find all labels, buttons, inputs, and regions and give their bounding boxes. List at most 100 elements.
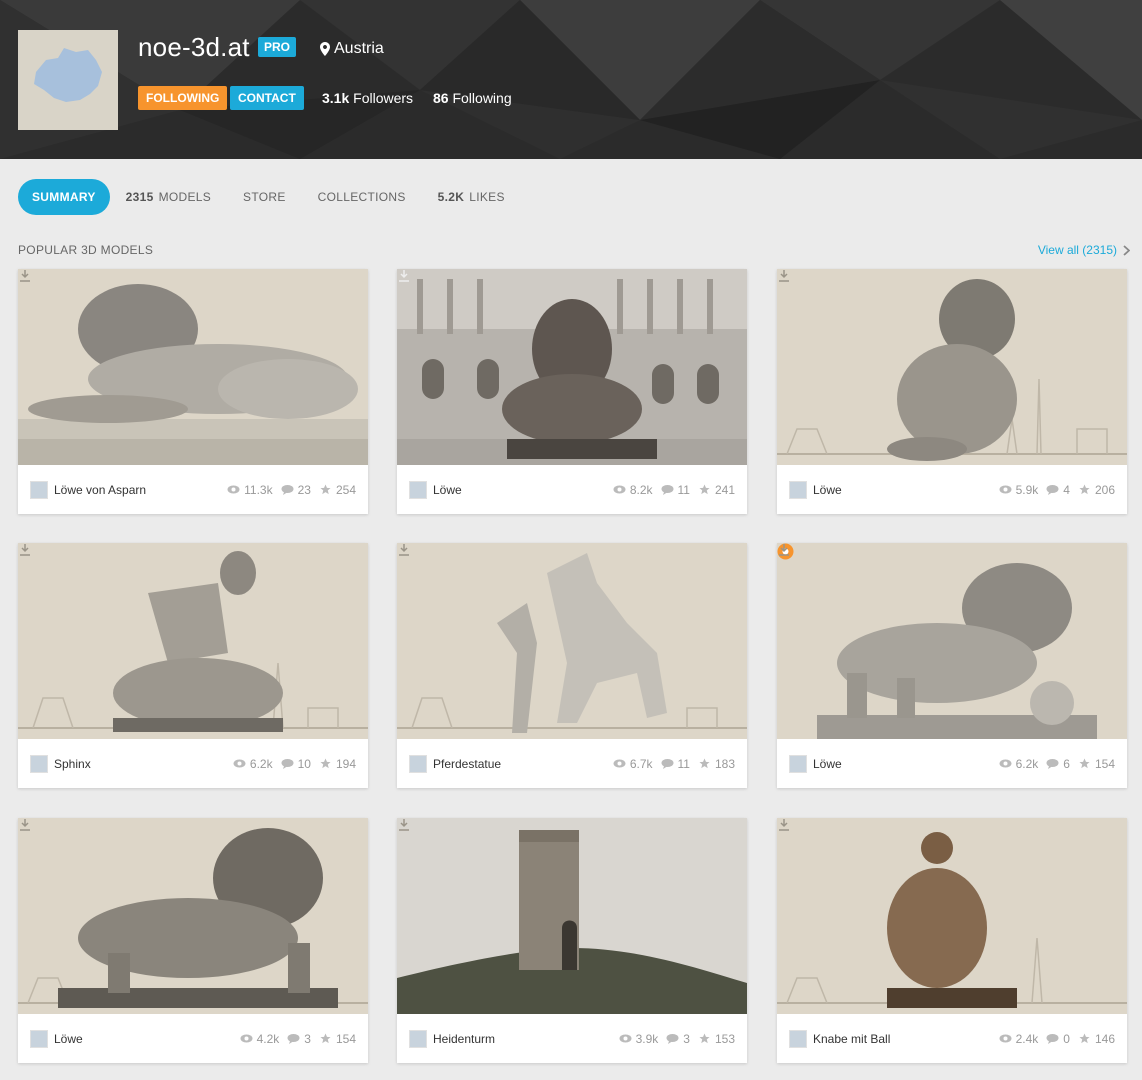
- map-pin-icon: [320, 42, 330, 56]
- author-avatar[interactable]: [30, 1029, 48, 1048]
- profile-name[interactable]: noe-3d.at: [138, 32, 250, 63]
- view-all-link[interactable]: View all (2315): [1038, 243, 1130, 257]
- pro-badge: PRO: [258, 37, 297, 57]
- model-card[interactable]: Löwe 4.2k 3 154: [18, 818, 368, 1063]
- model-stats: 6.2k 10 194: [233, 757, 356, 771]
- model-card[interactable]: Sphinx 6.2k 10 194: [18, 543, 368, 788]
- author-avatar[interactable]: [789, 754, 807, 773]
- comments-count: 11: [677, 756, 690, 771]
- model-stats: 11.3k 23 254: [227, 483, 356, 497]
- followers-label: Followers: [353, 90, 414, 106]
- eye-icon: [613, 485, 626, 494]
- tab-models[interactable]: 2315 MODELS: [110, 179, 227, 215]
- download-icon[interactable]: [777, 269, 791, 283]
- contact-button[interactable]: CONTACT: [230, 86, 304, 110]
- star-icon: [320, 758, 331, 769]
- tab-store[interactable]: STORE: [227, 179, 302, 215]
- download-icon[interactable]: [397, 269, 411, 283]
- model-name[interactable]: Löwe: [54, 1032, 240, 1046]
- model-name[interactable]: Pferdestatue: [433, 757, 613, 771]
- location-label: Austria: [334, 40, 384, 57]
- model-thumbnail[interactable]: [777, 543, 1127, 739]
- model-meta: Pferdestatue 6.7k 11 183: [397, 739, 747, 788]
- model-name[interactable]: Knabe mit Ball: [813, 1032, 999, 1046]
- star-icon: [699, 484, 710, 495]
- download-icon[interactable]: [777, 818, 791, 832]
- comment-icon: [666, 1034, 679, 1044]
- download-icon[interactable]: [777, 543, 791, 557]
- author-avatar[interactable]: [30, 480, 48, 499]
- model-meta: Löwe 4.2k 3 154: [18, 1014, 368, 1063]
- model-meta: Sphinx 6.2k 10 194: [18, 739, 368, 788]
- model-card[interactable]: Löwe 8.2k 11 241: [397, 269, 747, 514]
- model-name[interactable]: Löwe: [813, 757, 999, 771]
- download-icon[interactable]: [397, 818, 411, 832]
- author-avatar[interactable]: [409, 1029, 427, 1048]
- tab-summary[interactable]: SUMMARY: [18, 179, 110, 215]
- model-name[interactable]: Löwe: [813, 483, 999, 497]
- following-button[interactable]: FOLLOWING: [138, 86, 228, 110]
- profile-avatar[interactable]: [18, 30, 118, 130]
- eye-icon: [613, 759, 626, 768]
- author-avatar[interactable]: [789, 1029, 807, 1048]
- author-avatar[interactable]: [409, 480, 427, 499]
- model-card[interactable]: Löwe 6.2k 6 154: [777, 543, 1127, 788]
- profile-tabs: SUMMARY 2315 MODELS STORE COLLECTIONS 5.2…: [18, 179, 521, 215]
- following-label: Following: [452, 90, 512, 106]
- download-icon[interactable]: [18, 818, 32, 832]
- model-name[interactable]: Löwe: [433, 483, 613, 497]
- views-count: 6.7k: [629, 756, 653, 771]
- lion-building-image: [397, 269, 747, 465]
- model-name[interactable]: Sphinx: [54, 757, 233, 771]
- download-icon[interactable]: [397, 543, 411, 557]
- model-card[interactable]: Löwe 5.9k 4 206: [777, 269, 1127, 514]
- model-stats: 8.2k 11 241: [613, 483, 735, 497]
- model-stats: 5.9k 4 206: [999, 483, 1115, 497]
- model-meta: Löwe 8.2k 11 241: [397, 465, 747, 514]
- model-thumbnail[interactable]: [777, 269, 1127, 465]
- author-avatar[interactable]: [30, 754, 48, 773]
- author-avatar[interactable]: [409, 754, 427, 773]
- model-thumbnail[interactable]: [777, 818, 1127, 1014]
- model-card[interactable]: Pferdestatue 6.7k 11 183: [397, 543, 747, 788]
- model-card[interactable]: Heidenturm 3.9k 3 153: [397, 818, 747, 1063]
- likes-count: 254: [335, 482, 356, 497]
- comments-count: 4: [1063, 482, 1070, 497]
- views-count: 2.4k: [1015, 1031, 1039, 1046]
- model-name[interactable]: Heidenturm: [433, 1032, 619, 1046]
- horse-statue-image: [397, 543, 747, 739]
- comment-icon: [1046, 759, 1059, 769]
- views-count: 11.3k: [244, 482, 273, 497]
- model-stats: 6.2k 6 154: [999, 757, 1115, 771]
- download-icon[interactable]: [18, 543, 32, 557]
- comment-icon: [281, 485, 294, 495]
- download-icon[interactable]: [18, 269, 32, 283]
- star-icon: [1079, 484, 1090, 495]
- followers-stat[interactable]: 3.1k Followers: [322, 90, 413, 106]
- following-stat[interactable]: 86 Following: [433, 90, 512, 106]
- likes-count: 154: [1094, 756, 1115, 771]
- comments-count: 3: [683, 1031, 690, 1046]
- model-card[interactable]: Knabe mit Ball 2.4k 0 146: [777, 818, 1127, 1063]
- model-thumbnail[interactable]: [397, 269, 747, 465]
- model-thumbnail[interactable]: [18, 269, 368, 465]
- model-meta: Löwe 5.9k 4 206: [777, 465, 1127, 514]
- likes-count: 154: [335, 1031, 356, 1046]
- tab-likes[interactable]: 5.2K LIKES: [422, 179, 521, 215]
- views-count: 6.2k: [249, 756, 273, 771]
- model-meta: Knabe mit Ball 2.4k 0 146: [777, 1014, 1127, 1063]
- author-avatar[interactable]: [789, 480, 807, 499]
- model-stats: 3.9k 3 153: [619, 1032, 735, 1046]
- tab-collections[interactable]: COLLECTIONS: [302, 179, 422, 215]
- views-count: 3.9k: [635, 1031, 659, 1046]
- views-count: 6.2k: [1015, 756, 1039, 771]
- model-thumbnail[interactable]: [397, 543, 747, 739]
- model-card[interactable]: Löwe von Asparn 11.3k 23 254: [18, 269, 368, 514]
- model-thumbnail[interactable]: [397, 818, 747, 1014]
- model-thumbnail[interactable]: [18, 818, 368, 1014]
- model-name[interactable]: Löwe von Asparn: [54, 483, 227, 497]
- model-stats: 2.4k 0 146: [999, 1032, 1115, 1046]
- model-meta: Löwe 6.2k 6 154: [777, 739, 1127, 788]
- comments-count: 3: [304, 1031, 311, 1046]
- model-thumbnail[interactable]: [18, 543, 368, 739]
